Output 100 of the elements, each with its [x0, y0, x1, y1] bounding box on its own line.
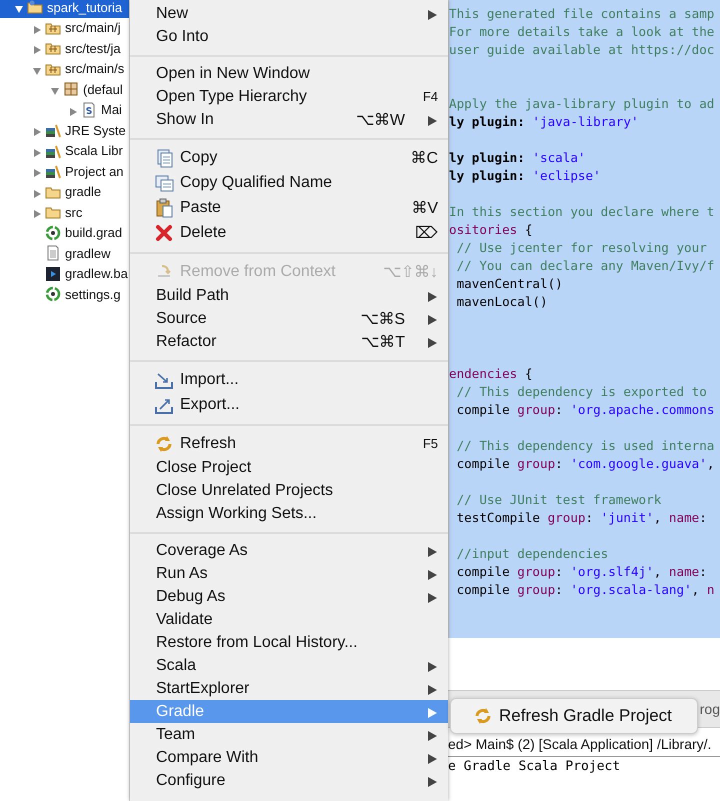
menu-item[interactable]: Coverage As: [130, 539, 448, 562]
disclosure-triangle-icon[interactable]: [32, 166, 42, 176]
code-line: For more details take a look at the: [449, 23, 716, 41]
package-icon: [63, 81, 79, 98]
submenu-arrow-icon: [427, 682, 438, 694]
submenu-arrow-icon: [427, 728, 438, 740]
menu-item[interactable]: StartExplorer: [130, 677, 448, 700]
tree-item[interactable]: build.grad: [0, 222, 129, 243]
tree-item[interactable]: gradlew: [0, 243, 129, 264]
menu-item[interactable]: Run As: [130, 562, 448, 585]
file-icon: [45, 245, 61, 262]
menu-item[interactable]: Close Unrelated Projects: [130, 479, 448, 502]
script-file-icon: [45, 266, 61, 282]
shortcut-label: ⌘V: [411, 198, 438, 218]
menu-item[interactable]: Source ⌥⌘S: [130, 307, 448, 330]
submenu-arrow-icon: [427, 706, 438, 718]
code-line: ly plugin: 'eclipse': [449, 167, 602, 185]
code-line: compile group: 'org.apache.commons: [456, 401, 716, 419]
menu-item[interactable]: Import...: [130, 367, 448, 392]
shortcut-label: ⌘C: [410, 148, 438, 168]
menu-item[interactable]: Team: [130, 723, 448, 746]
tree-item[interactable]: gradlew.ba: [0, 264, 129, 284]
code-line: In this section you declare where t: [449, 203, 716, 221]
books-icon: [45, 163, 61, 180]
disclosure-triangle-icon[interactable]: [32, 125, 42, 136]
code-line: user guide available at https://doc: [449, 41, 716, 59]
tree-item[interactable]: (defaul: [0, 79, 129, 100]
books-icon: [45, 142, 61, 159]
panel-tab[interactable]: rog: [700, 701, 720, 717]
code-line: // This dependency is used interna: [456, 437, 716, 455]
disclosure-triangle-icon[interactable]: [32, 43, 42, 54]
console-output: e Gradle Scala Project: [448, 758, 622, 774]
menu-item[interactable]: Copy ⌘C: [130, 145, 448, 170]
tree-item[interactable]: gradle: [0, 182, 129, 202]
code-line: compile group: 'org.scala-lang', n: [456, 581, 716, 599]
menu-item[interactable]: Validate: [130, 608, 448, 631]
menu-item[interactable]: Show In ⌥⌘W: [130, 108, 448, 131]
submenu-arrow-icon: [427, 312, 438, 324]
menu-item[interactable]: Go Into: [130, 25, 448, 48]
tree-item[interactable]: Scala Libr: [0, 140, 129, 161]
tree-item[interactable]: JRE Syste: [0, 120, 129, 140]
code-line: //input dependencies: [456, 545, 610, 563]
submenu-arrow-icon: [427, 774, 438, 786]
submenu-arrow-icon: [427, 752, 438, 764]
code-line: // You can declare any Maven/Ivy/f: [456, 257, 716, 275]
menu-item[interactable]: Compare With: [130, 746, 448, 769]
menu-item[interactable]: Refactor ⌥⌘T: [130, 330, 448, 353]
menu-item[interactable]: Close Project: [130, 456, 448, 479]
submenu-arrow-icon: [427, 114, 438, 126]
shortcut-label: ⌥⌘W: [356, 110, 405, 130]
submenu-arrow-icon: [427, 290, 438, 302]
shortcut-label: ⌦: [415, 224, 438, 242]
shortcut-label: ⌥⇧⌘↓: [383, 262, 438, 282]
menu-item[interactable]: New: [130, 2, 448, 25]
menu-item[interactable]: Scala: [130, 654, 448, 677]
menu-item[interactable]: Refresh F5: [130, 431, 448, 456]
shortcut-label: ⌥⌘T: [361, 332, 405, 352]
tree-item[interactable]: Project an: [0, 161, 129, 182]
code-line: mavenLocal(): [456, 293, 549, 311]
menu-item[interactable]: Assign Working Sets...: [130, 502, 448, 525]
clipboard-icon: [154, 198, 174, 218]
tree-item[interactable]: settings.g: [0, 284, 129, 304]
tree-item[interactable]: Mai: [0, 100, 129, 120]
menu-item[interactable]: Build Path: [130, 284, 448, 307]
tree-item[interactable]: src/test/ja: [0, 38, 129, 58]
menu-item[interactable]: Debug As: [130, 585, 448, 608]
menu-item[interactable]: Open Type Hierarchy F4: [130, 85, 448, 108]
books-icon: [45, 122, 61, 138]
menu-item[interactable]: Configure: [130, 769, 448, 792]
code-line: ositories {: [449, 221, 534, 239]
file-icon: [81, 102, 97, 118]
menu-item[interactable]: Refresh Gradle Project: [473, 706, 672, 726]
menu-item[interactable]: Restore from Local History...: [130, 631, 448, 654]
refresh-icon: [154, 434, 174, 454]
menu-item[interactable]: Paste ⌘V: [130, 195, 448, 220]
code-line: Apply the java-library plugin to ad: [449, 95, 716, 113]
disclosure-triangle-icon[interactable]: [32, 207, 42, 218]
menu-item[interactable]: Open in New Window: [130, 62, 448, 85]
shortcut-label: ⌥⌘S: [360, 310, 405, 328]
tree-item[interactable]: src/main/s: [0, 58, 129, 79]
shortcut-label: F5: [422, 436, 438, 451]
code-line: testCompile group: 'junit', name:: [456, 509, 708, 527]
code-line: // Use JUnit test framework: [456, 491, 662, 509]
delete-icon: [154, 222, 174, 242]
menu-item[interactable]: Copy Qualified Name: [130, 170, 448, 195]
submenu-arrow-icon: [427, 590, 438, 602]
folder-icon: [27, 0, 43, 16]
tree-item[interactable]: spark_tutoria: [0, 0, 129, 18]
code-line: // This dependency is exported to: [456, 383, 708, 401]
submenu-arrow-icon: [427, 660, 438, 672]
menu-item[interactable]: Delete ⌦: [130, 220, 448, 245]
code-line: compile group: 'com.google.guava',: [456, 455, 716, 473]
refresh-icon: [473, 706, 493, 726]
menu-item[interactable]: Export...: [130, 392, 448, 417]
code-line: ly plugin: 'java-library': [449, 113, 640, 131]
submenu-arrow-icon: [427, 568, 438, 580]
code-line: compile group: 'org.slf4j', name:: [456, 563, 708, 581]
gradle-file-icon: [45, 286, 61, 302]
tree-item[interactable]: src/main/j: [0, 18, 129, 38]
tree-item[interactable]: src: [0, 202, 129, 222]
